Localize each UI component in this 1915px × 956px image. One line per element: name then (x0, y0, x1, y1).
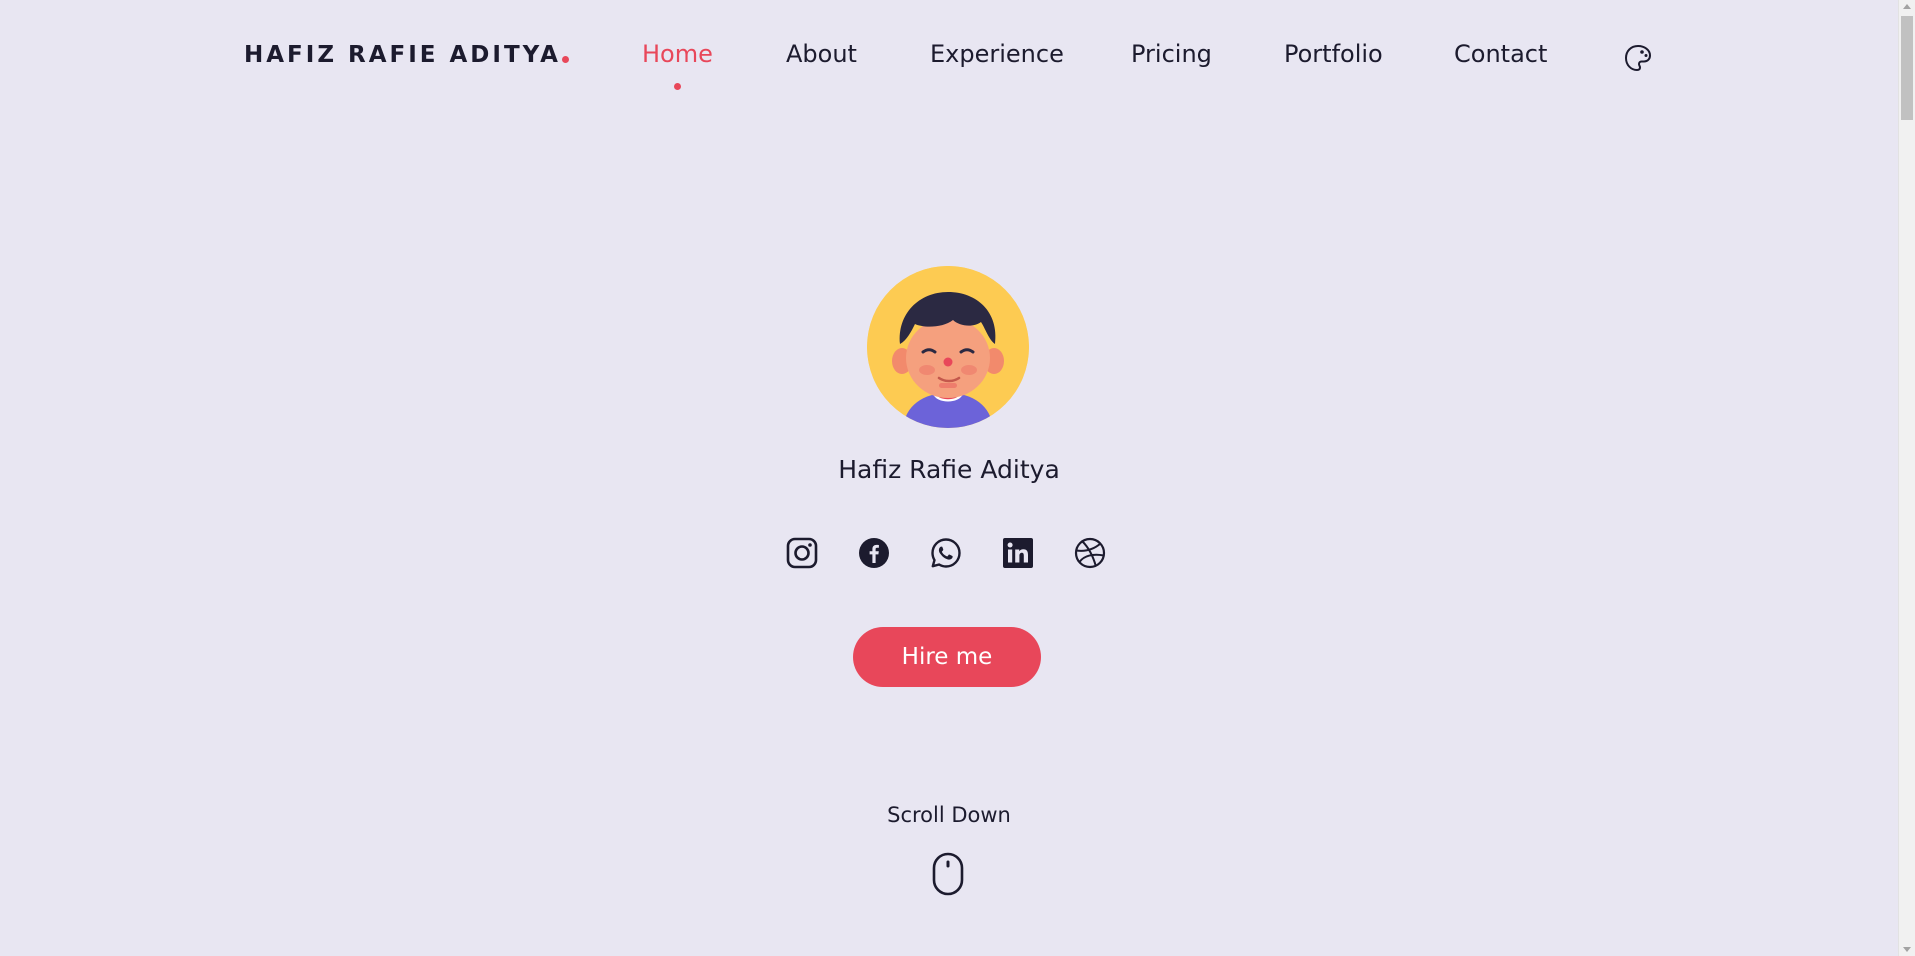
dribbble-icon (1074, 537, 1106, 569)
whatsapp-link[interactable] (930, 537, 962, 569)
instagram-icon (786, 537, 818, 569)
instagram-link[interactable] (786, 537, 818, 569)
facebook-icon (859, 538, 889, 568)
page-scrollbar[interactable] (1898, 0, 1915, 956)
facebook-link[interactable] (858, 537, 890, 569)
theme-toggle-button[interactable] (1623, 43, 1653, 73)
nav-active-indicator (673, 83, 681, 90)
scroll-up-arrow-icon[interactable] (1903, 4, 1911, 9)
nav-label-portfolio: Portfolio (1284, 40, 1383, 68)
nav-label-about: About (786, 40, 857, 68)
nav-contact[interactable]: Contact (1454, 40, 1547, 68)
nav-label-experience: Experience (930, 40, 1064, 68)
nav-about[interactable]: About (786, 40, 857, 68)
nav-label-home: Home (642, 40, 713, 68)
scroll-down-label[interactable]: Scroll Down (0, 803, 1898, 827)
linkedin-icon (1003, 538, 1033, 568)
hire-me-button[interactable]: Hire me (853, 627, 1041, 687)
logo-accent-dot (561, 56, 569, 63)
nav-label-pricing: Pricing (1131, 40, 1212, 68)
linkedin-link[interactable] (1002, 537, 1034, 569)
logo[interactable]: HAFIZ RAFIE ADITYA (244, 42, 569, 68)
scroll-down-link[interactable] (932, 852, 964, 896)
logo-text: HAFIZ RAFIE ADITYA (244, 42, 561, 68)
avatar-illustration (867, 266, 1029, 428)
scroll-down-arrow-icon[interactable] (1903, 947, 1911, 952)
dribbble-link[interactable] (1074, 537, 1106, 569)
scrollbar-thumb[interactable] (1901, 16, 1913, 120)
palette-icon (1625, 45, 1651, 71)
nav-home[interactable]: Home (642, 40, 713, 90)
hero-name: Hafiz Rafie Aditya (838, 455, 1060, 484)
nav-label-contact: Contact (1454, 40, 1548, 68)
profile-avatar (867, 266, 1029, 428)
nav-portfolio[interactable]: Portfolio (1284, 40, 1383, 68)
site-header: HAFIZ RAFIE ADITYA Home About Experience… (0, 0, 1898, 110)
whatsapp-icon (931, 538, 961, 568)
mouse-icon (932, 852, 964, 896)
nav-pricing[interactable]: Pricing (1131, 40, 1212, 68)
nav-experience[interactable]: Experience (930, 40, 1064, 68)
